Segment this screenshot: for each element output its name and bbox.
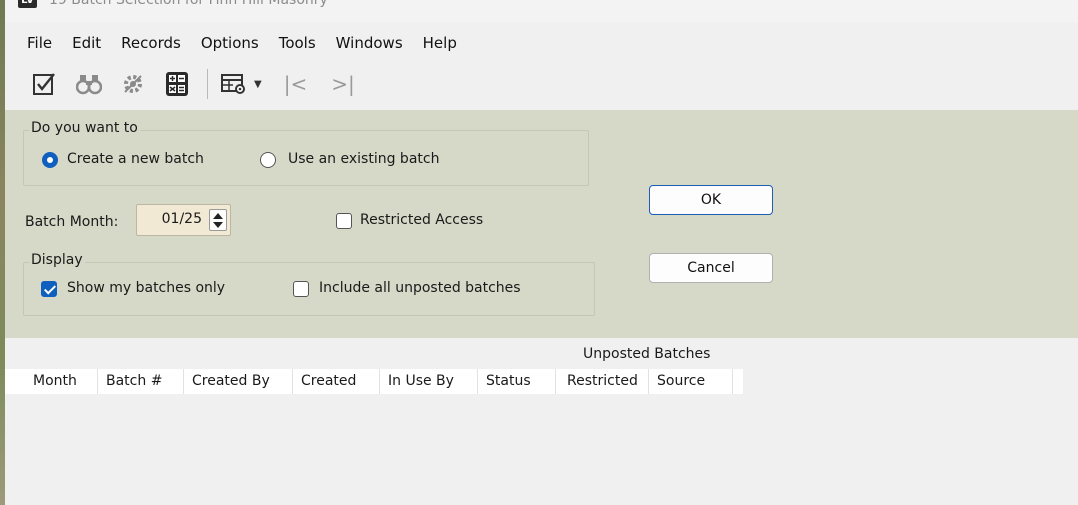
column-status[interactable]: Status xyxy=(478,369,556,394)
column-batch-number[interactable]: Batch # xyxy=(98,369,184,394)
batches-header-row: Month Batch # Created By Created In Use … xyxy=(5,369,743,394)
column-month[interactable]: Month xyxy=(5,369,98,394)
batch-month-spinner[interactable] xyxy=(209,209,227,231)
menu-bar: File Edit Records Options Tools Windows … xyxy=(5,28,1078,58)
title-bar: LV 19 Batch Selection for Finn Hill Maso… xyxy=(5,0,1078,22)
restricted-access-checkbox[interactable] xyxy=(336,213,352,229)
include-unposted-label[interactable]: Include all unposted batches xyxy=(319,280,521,296)
column-source[interactable]: Source xyxy=(649,369,733,394)
last-record-icon[interactable]: >| xyxy=(331,72,355,96)
menu-help[interactable]: Help xyxy=(417,34,471,52)
window-title: 19 Batch Selection for Finn Hill Masonry xyxy=(49,0,328,8)
options-panel: Do you want to Create a new batch Use an… xyxy=(5,110,1078,338)
unposted-batches-list: Unposted Batches Month Batch # Created B… xyxy=(5,340,1078,505)
column-created[interactable]: Created xyxy=(293,369,380,394)
spin-up-icon[interactable] xyxy=(213,213,223,219)
menu-tools[interactable]: Tools xyxy=(273,34,330,52)
unposted-batches-caption: Unposted Batches xyxy=(583,346,711,362)
gear-icon[interactable] xyxy=(111,64,155,104)
display-group-title: Display xyxy=(29,252,85,268)
menu-file[interactable]: File xyxy=(21,34,66,52)
table-settings-icon[interactable] xyxy=(216,64,252,104)
include-unposted-checkbox[interactable] xyxy=(293,281,309,297)
menu-windows[interactable]: Windows xyxy=(330,34,417,52)
batch-month-value[interactable]: 01/25 xyxy=(162,211,202,227)
use-existing-batch-radio[interactable] xyxy=(260,152,276,168)
batch-choice-question: Do you want to xyxy=(29,120,140,136)
app-logo-icon: LV xyxy=(18,0,37,8)
binoculars-icon[interactable] xyxy=(67,64,111,104)
batch-month-field[interactable]: 01/25 xyxy=(136,204,231,236)
column-in-use-by[interactable]: In Use By xyxy=(380,369,478,394)
create-new-batch-label[interactable]: Create a new batch xyxy=(67,151,204,167)
menu-options[interactable]: Options xyxy=(195,34,273,52)
toolbar: ▼ |< >| xyxy=(5,61,1078,107)
menu-edit[interactable]: Edit xyxy=(66,34,115,52)
toolbar-separator xyxy=(207,69,208,99)
column-restricted[interactable]: Restricted xyxy=(556,369,649,394)
use-existing-batch-label[interactable]: Use an existing batch xyxy=(288,151,439,167)
menu-records[interactable]: Records xyxy=(115,34,195,52)
table-settings-dropdown-icon[interactable]: ▼ xyxy=(254,79,262,90)
restricted-access-label[interactable]: Restricted Access xyxy=(360,212,483,228)
edit-check-icon[interactable] xyxy=(23,64,67,104)
create-new-batch-radio[interactable] xyxy=(42,152,58,168)
cancel-button[interactable]: Cancel xyxy=(649,253,773,283)
calculator-icon[interactable] xyxy=(155,64,199,104)
batch-selection-window: LV 19 Batch Selection for Finn Hill Maso… xyxy=(5,0,1078,505)
ok-button[interactable]: OK xyxy=(649,185,773,215)
show-my-batches-label[interactable]: Show my batches only xyxy=(67,280,225,296)
first-record-icon[interactable]: |< xyxy=(284,72,308,96)
spin-down-icon[interactable] xyxy=(213,222,223,228)
batch-month-label: Batch Month: xyxy=(25,214,119,230)
column-created-by[interactable]: Created By xyxy=(184,369,293,394)
show-my-batches-checkbox[interactable] xyxy=(41,281,57,297)
